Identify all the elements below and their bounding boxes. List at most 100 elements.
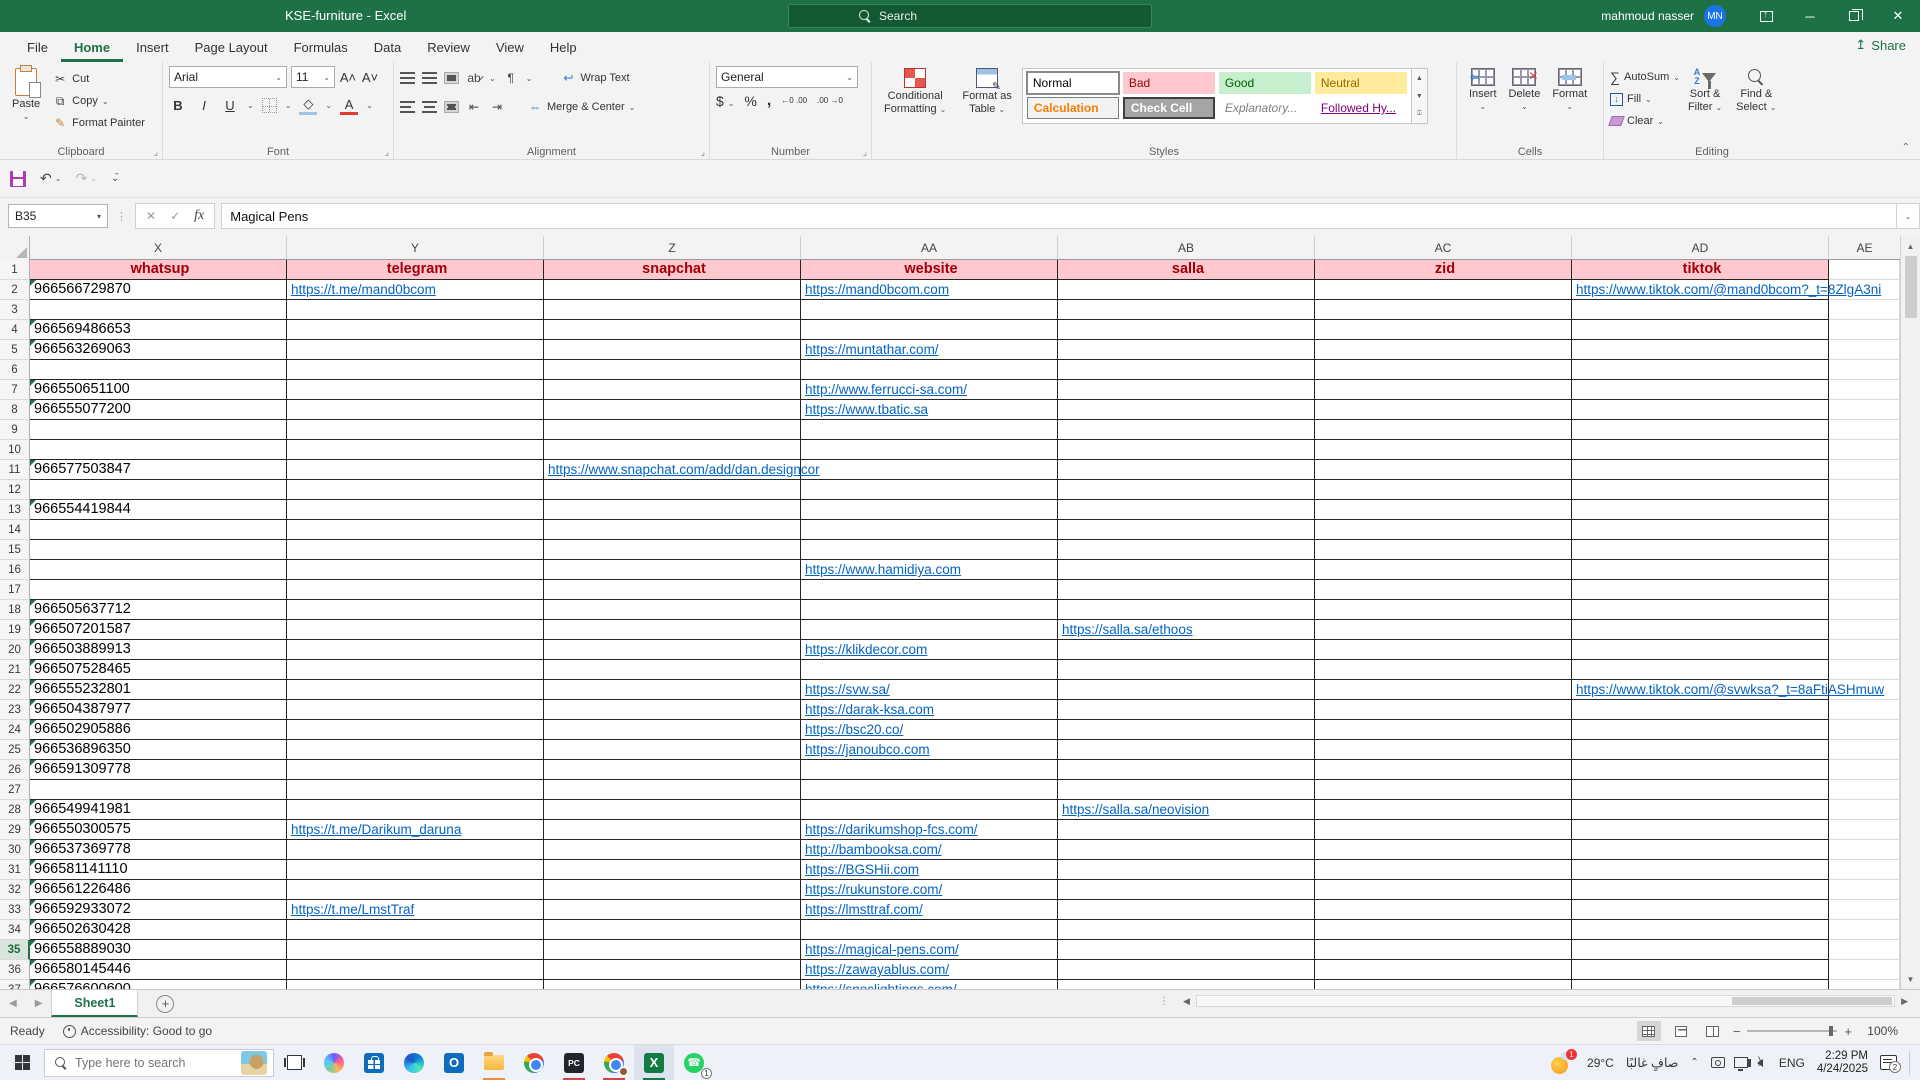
style-calculation[interactable]: Calculation: [1027, 97, 1119, 119]
scroll-up-arrow[interactable]: ▲: [1901, 236, 1920, 256]
snip-tray-icon[interactable]: [1711, 1057, 1725, 1068]
cell-Y3[interactable]: [287, 300, 544, 320]
cell-AB17[interactable]: [1058, 580, 1315, 600]
cell-AE3[interactable]: [1829, 300, 1900, 320]
collapse-ribbon-button[interactable]: ⌃: [1902, 142, 1910, 153]
cell-AD12[interactable]: [1572, 480, 1829, 500]
cell-AA23[interactable]: https://darak-ksa.com: [801, 700, 1058, 720]
cell-X10[interactable]: [30, 440, 287, 460]
cell-AA29[interactable]: https://darikumshop-fcs.com/: [801, 820, 1058, 840]
clock[interactable]: 2:29 PM 4/24/2025: [1817, 1050, 1868, 1076]
cell-X29[interactable]: 966550300575: [30, 820, 287, 840]
scroll-down-arrow[interactable]: ▼: [1901, 969, 1920, 989]
cell-AA21[interactable]: [801, 660, 1058, 680]
cell-AA13[interactable]: [801, 500, 1058, 520]
cell-Y11[interactable]: [287, 460, 544, 480]
zoom-slider[interactable]: − +: [1733, 1024, 1852, 1039]
excel-taskbar-button[interactable]: X: [634, 1045, 674, 1080]
language-indicator[interactable]: ENG: [1779, 1056, 1805, 1070]
cell-AC3[interactable]: [1315, 300, 1572, 320]
cell-Y34[interactable]: [287, 920, 544, 940]
cell-AC18[interactable]: [1315, 600, 1572, 620]
paste-button[interactable]: Paste ⌄: [6, 66, 46, 134]
cell-AD27[interactable]: [1572, 780, 1829, 800]
cell-AD35[interactable]: [1572, 940, 1829, 960]
edge-button[interactable]: [394, 1045, 434, 1080]
align-top-button[interactable]: [400, 72, 415, 84]
hyperlink[interactable]: https://rukunstore.com/: [801, 880, 942, 899]
cell-X9[interactable]: [30, 420, 287, 440]
hyperlink[interactable]: https://snoclightings.com/: [801, 980, 957, 989]
cell-X25[interactable]: 966536896350: [30, 740, 287, 760]
cell-Z9[interactable]: [544, 420, 801, 440]
cell-X20[interactable]: 966503889913: [30, 640, 287, 660]
cell-X35[interactable]: 966558889030: [30, 940, 287, 960]
pc-app-button[interactable]: PC: [554, 1045, 594, 1080]
cell-AA3[interactable]: [801, 300, 1058, 320]
font-family-combo[interactable]: Arial⌄: [169, 66, 287, 88]
cell-AE12[interactable]: [1829, 480, 1900, 500]
start-button[interactable]: [0, 1045, 44, 1080]
hyperlink[interactable]: https://www.hamidiya.com: [801, 560, 961, 579]
cell-X2[interactable]: 966566729870: [30, 280, 287, 300]
cell-AD2[interactable]: https://www.tiktok.com/@mand0bcom?_t=8Zl…: [1572, 280, 1829, 300]
row-header-35[interactable]: 35: [0, 940, 30, 960]
cell-AE34[interactable]: [1829, 920, 1900, 940]
hyperlink[interactable]: https://darak-ksa.com: [801, 700, 934, 719]
row-header-3[interactable]: 3: [0, 300, 30, 320]
cell-AC27[interactable]: [1315, 780, 1572, 800]
hyperlink[interactable]: https://bsc20.co/: [801, 720, 903, 739]
autosum-button[interactable]: ∑AutoSum ⌄: [1610, 66, 1680, 88]
row-header-9[interactable]: 9: [0, 420, 30, 440]
cell-Z37[interactable]: [544, 980, 801, 989]
cell-X4[interactable]: 966569486653: [30, 320, 287, 340]
hidden-icons-chevron[interactable]: ⌃: [1690, 1057, 1698, 1068]
cell-AA16[interactable]: https://www.hamidiya.com: [801, 560, 1058, 580]
cell-AB18[interactable]: [1058, 600, 1315, 620]
cell-Y31[interactable]: [287, 860, 544, 880]
hyperlink[interactable]: https://t.me/Darikum_daruna: [287, 820, 461, 839]
cell-Z15[interactable]: [544, 540, 801, 560]
cell-AC7[interactable]: [1315, 380, 1572, 400]
cell-X13[interactable]: 966554419844: [30, 500, 287, 520]
cell-Y26[interactable]: [287, 760, 544, 780]
cell-AA2[interactable]: https://mand0bcom.com: [801, 280, 1058, 300]
cell-AB27[interactable]: [1058, 780, 1315, 800]
column-header-AC[interactable]: AC: [1315, 236, 1572, 259]
cell-AB12[interactable]: [1058, 480, 1315, 500]
cell-AC32[interactable]: [1315, 880, 1572, 900]
cell-Z5[interactable]: [544, 340, 801, 360]
cell-AB2[interactable]: [1058, 280, 1315, 300]
cell-AE36[interactable]: [1829, 960, 1900, 980]
taskbar-search-box[interactable]: [44, 1049, 274, 1077]
row-header-10[interactable]: 10: [0, 440, 30, 460]
cell-AD17[interactable]: [1572, 580, 1829, 600]
cell-AE30[interactable]: [1829, 840, 1900, 860]
cell-AC1[interactable]: zid: [1315, 260, 1572, 280]
row-header-19[interactable]: 19: [0, 620, 30, 640]
page-break-view-button[interactable]: [1701, 1021, 1725, 1041]
cell-Y19[interactable]: [287, 620, 544, 640]
row-header-27[interactable]: 27: [0, 780, 30, 800]
name-box-splitter[interactable]: ⋮: [116, 210, 127, 223]
cell-AC16[interactable]: [1315, 560, 1572, 580]
cell-Z22[interactable]: [544, 680, 801, 700]
column-header-AB[interactable]: AB: [1058, 236, 1315, 259]
style-neutral[interactable]: Neutral: [1315, 72, 1407, 94]
row-header-18[interactable]: 18: [0, 600, 30, 620]
cell-AC37[interactable]: [1315, 980, 1572, 989]
cell-AB11[interactable]: [1058, 460, 1315, 480]
format-as-table-button[interactable]: Format asTable ⌄: [956, 66, 1018, 118]
cell-AC5[interactable]: [1315, 340, 1572, 360]
cell-X3[interactable]: [30, 300, 287, 320]
restore-button[interactable]: [1832, 0, 1876, 32]
italic-button[interactable]: I: [195, 98, 213, 113]
number-dialog-launcher[interactable]: ⌟: [863, 147, 867, 158]
cell-Z3[interactable]: [544, 300, 801, 320]
cell-AD10[interactable]: [1572, 440, 1829, 460]
cell-AC23[interactable]: [1315, 700, 1572, 720]
cell-AE31[interactable]: [1829, 860, 1900, 880]
formula-bar-expand-button[interactable]: ⌄: [1896, 203, 1920, 229]
comma-style-button[interactable]: ,: [767, 92, 771, 110]
cell-Z35[interactable]: [544, 940, 801, 960]
